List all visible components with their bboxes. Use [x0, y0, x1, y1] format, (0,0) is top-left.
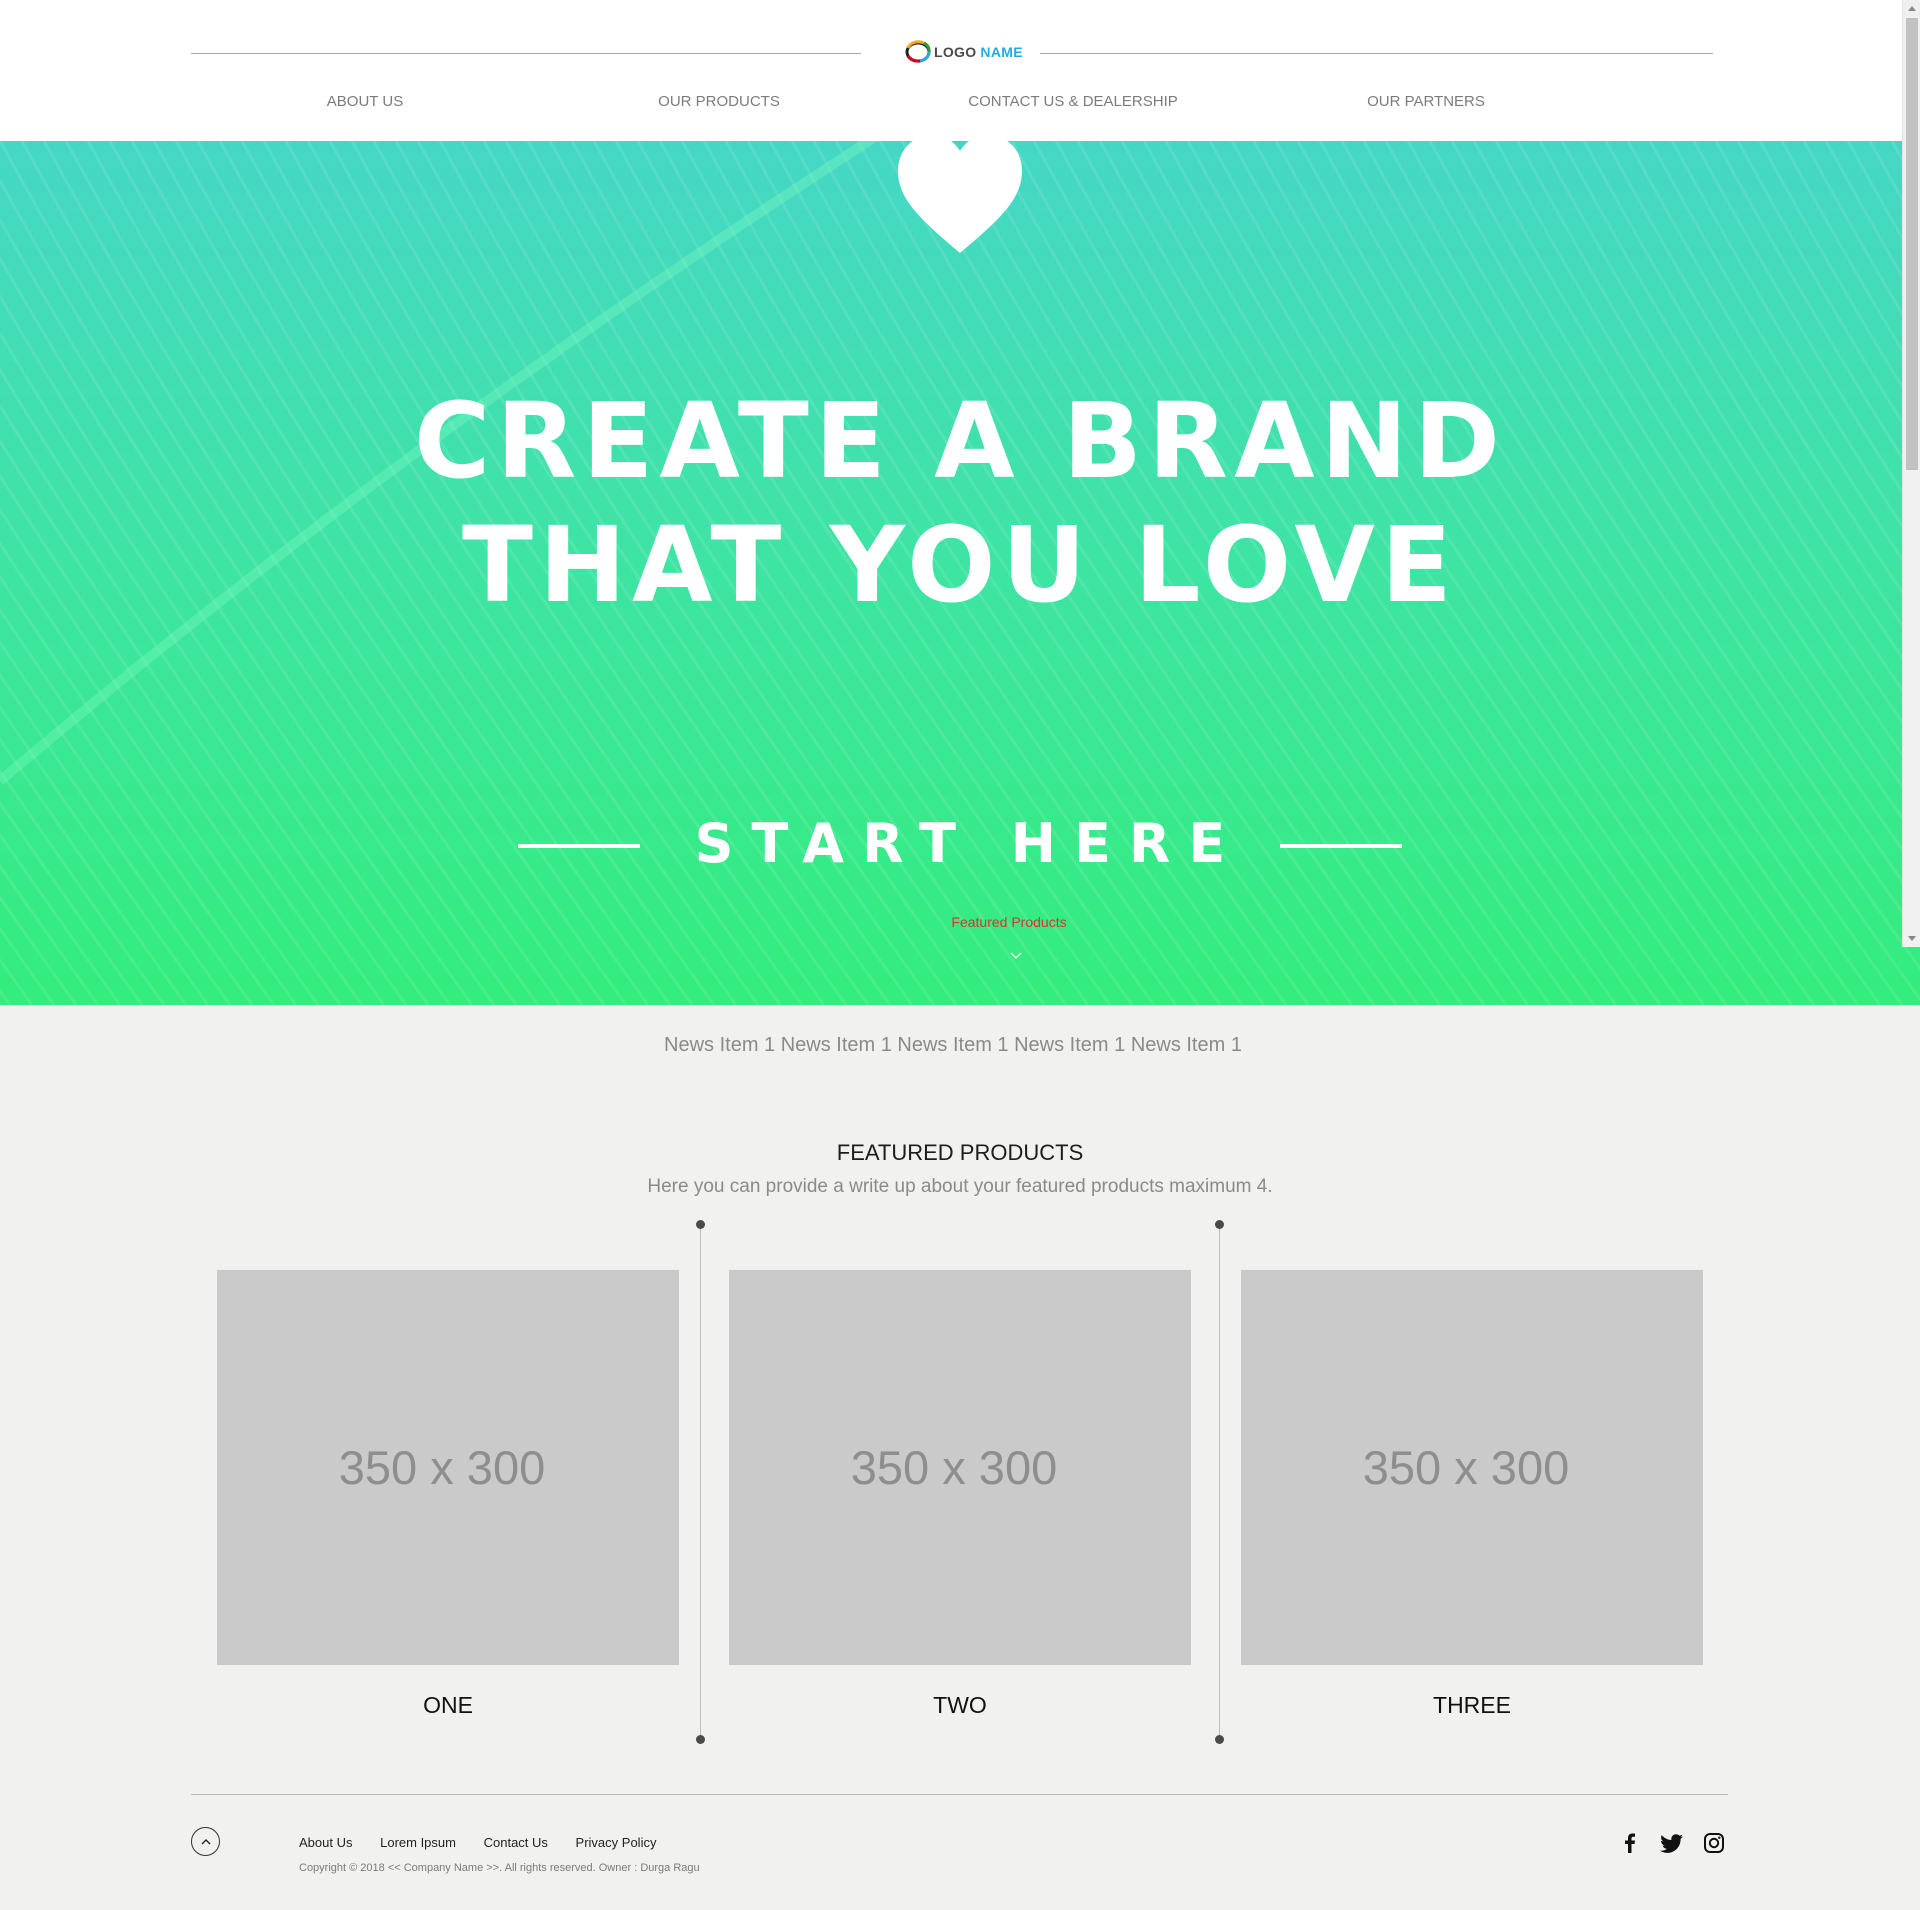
hero-headline-line1: CREATE A BRAND	[414, 380, 1506, 502]
nav-our-partners[interactable]: OUR PARTNERS	[1367, 93, 1485, 110]
chevron-up-icon	[201, 1838, 210, 1844]
instagram-icon[interactable]	[1702, 1831, 1726, 1855]
nav-contact-dealership[interactable]: CONTACT US & DEALERSHIP	[968, 93, 1178, 110]
site-header: LOGO NAME ABOUT US OUR PRODUCTS CONTACT …	[0, 0, 1902, 141]
footer-link-lorem-ipsum[interactable]: Lorem Ipsum	[380, 1835, 456, 1850]
logo-text: LOGO	[934, 44, 977, 60]
page-scrollbar[interactable]	[1902, 0, 1920, 947]
placeholder-text: 350 x 300	[338, 1441, 546, 1494]
product-card-two[interactable]: 350 x 300 TWO	[729, 1270, 1191, 1719]
footer-link-contact-us[interactable]: Contact Us	[484, 1835, 548, 1850]
logo-text-accent: NAME	[980, 44, 1023, 60]
product-label: THREE	[1433, 1692, 1511, 1718]
hero-banner: CREATE A BRAND THAT YOU LOVE START HERE …	[0, 141, 1920, 1005]
placeholder-text: 350 x 300	[850, 1441, 1058, 1494]
featured-subtitle: Here you can provide a write up about yo…	[647, 1176, 1273, 1197]
divider-line-1	[700, 1224, 701, 1739]
nav-our-products[interactable]: OUR PRODUCTS	[658, 93, 780, 110]
footer-link-about-us[interactable]: About Us	[299, 1835, 352, 1850]
chevron-down-icon[interactable]	[1010, 952, 1022, 960]
featured-title: FEATURED PRODUCTS	[836, 1140, 1084, 1165]
product-label: ONE	[423, 1692, 473, 1718]
product-image-placeholder[interactable]: 350 x 300	[217, 1270, 679, 1665]
scroll-thumb[interactable]	[1906, 18, 1918, 470]
product-card-three[interactable]: 350 x 300 THREE	[1241, 1270, 1703, 1719]
product-image-placeholder[interactable]: 350 x 300	[729, 1270, 1191, 1665]
header-divider-right	[1040, 53, 1713, 54]
product-label: TWO	[933, 1692, 987, 1718]
footer-link-privacy-policy[interactable]: Privacy Policy	[576, 1835, 657, 1850]
twitter-icon[interactable]	[1660, 1831, 1684, 1855]
logo-ring-icon	[905, 40, 931, 63]
scroll-up-arrow-icon[interactable]	[1908, 6, 1916, 11]
scroll-down-arrow-icon[interactable]	[1908, 936, 1916, 941]
divider-dot	[1215, 1220, 1224, 1229]
featured-products-link[interactable]: Featured Products	[0, 914, 1920, 930]
news-ticker[interactable]: News Item 1 News Item 1 News Item 1 News…	[0, 1034, 1906, 1057]
logo[interactable]: LOGO NAME	[904, 38, 1023, 66]
divider-dot	[696, 1735, 705, 1744]
header-divider-left	[191, 53, 861, 54]
divider-dot	[696, 1220, 705, 1229]
divider-dot	[1215, 1735, 1224, 1744]
nav-about-us[interactable]: ABOUT US	[327, 93, 403, 110]
facebook-icon[interactable]	[1618, 1831, 1642, 1855]
footer-links: About Us Lorem Ipsum Contact Us Privacy …	[299, 1835, 680, 1850]
divider-line-2	[1219, 1224, 1220, 1739]
back-to-top-button[interactable]	[191, 1827, 220, 1856]
product-image-placeholder[interactable]: 350 x 300	[1241, 1270, 1703, 1665]
hero-headline-line2: THAT YOU LOVE	[462, 504, 1458, 626]
footer-divider	[191, 1794, 1728, 1795]
product-card-one[interactable]: 350 x 300 ONE	[217, 1270, 679, 1719]
hero-headline: CREATE A BRAND THAT YOU LOVE	[0, 379, 1920, 627]
placeholder-text: 350 x 300	[1362, 1441, 1570, 1494]
heart-icon	[898, 141, 1022, 253]
copyright-text: Copyright © 2018 << Company Name >>. All…	[299, 1862, 700, 1874]
start-here-cta[interactable]: START HERE	[0, 813, 1920, 875]
